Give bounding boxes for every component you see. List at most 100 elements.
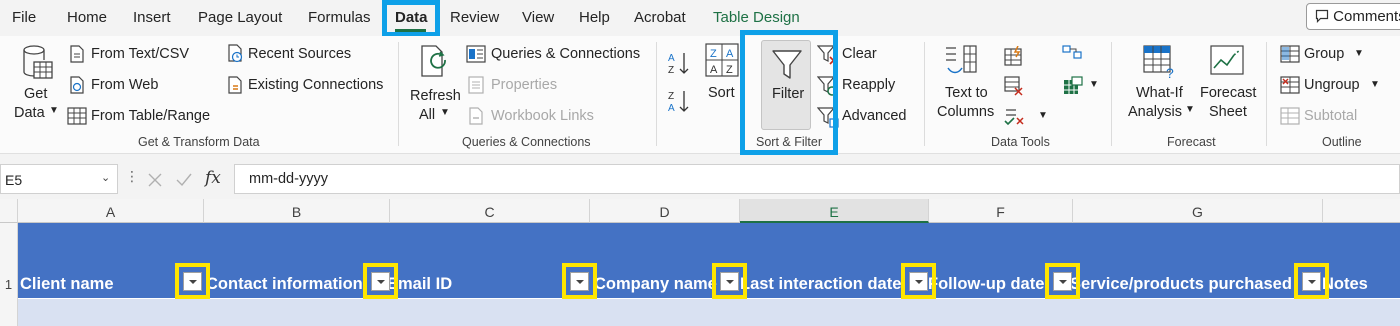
group-label: Group bbox=[1304, 46, 1345, 62]
header-contact-information[interactable]: Contact information bbox=[206, 275, 363, 294]
column-header-e[interactable]: E bbox=[740, 199, 929, 223]
svg-text:A: A bbox=[726, 48, 734, 60]
column-header-a[interactable]: A bbox=[18, 199, 204, 223]
ungroup-icon bbox=[1280, 76, 1300, 94]
svg-text:Z: Z bbox=[668, 65, 674, 76]
tab-table-design[interactable]: Table Design bbox=[713, 9, 800, 26]
data-tab-highlight bbox=[382, 0, 440, 37]
chevron-down-icon: ▼ bbox=[1185, 104, 1195, 115]
tab-insert[interactable]: Insert bbox=[133, 9, 171, 26]
more-options-icon[interactable]: ⋮ bbox=[125, 168, 139, 185]
insert-function-button[interactable]: fx bbox=[205, 168, 221, 188]
filter-button-highlight bbox=[901, 263, 936, 299]
row-header-1[interactable]: 1 bbox=[0, 223, 18, 299]
recent-sources-label: Recent Sources bbox=[248, 46, 352, 62]
existing-connections-icon bbox=[228, 76, 242, 94]
menu-bar: File Home Insert Page Layout Formulas Da… bbox=[0, 0, 1400, 37]
forecast-sheet-label-2: Sheet bbox=[1209, 104, 1247, 120]
group-label-queries: Queries & Connections bbox=[462, 135, 591, 149]
clear-label: Clear bbox=[842, 46, 877, 62]
header-company-name[interactable]: Company name bbox=[594, 275, 717, 294]
workbook-links-icon bbox=[469, 107, 483, 125]
refresh-icon bbox=[421, 45, 446, 77]
sort-filter-highlight bbox=[740, 30, 838, 155]
filter-button-highlight bbox=[1045, 263, 1080, 299]
tab-formulas[interactable]: Formulas bbox=[308, 9, 371, 26]
comment-icon bbox=[1315, 9, 1329, 23]
tab-page-layout[interactable]: Page Layout bbox=[198, 9, 282, 26]
sort-a-to-z-icon: A Z bbox=[668, 53, 689, 76]
cancel-icon[interactable] bbox=[147, 172, 163, 188]
properties-icon bbox=[468, 76, 484, 94]
header-last-interaction-date[interactable]: Last interaction date bbox=[740, 275, 901, 294]
comments-button[interactable]: Comments bbox=[1306, 3, 1400, 30]
tab-help[interactable]: Help bbox=[579, 9, 610, 26]
chevron-down-icon[interactable]: ⌄ bbox=[101, 171, 110, 184]
chevron-down-icon: ▼ bbox=[49, 105, 59, 116]
data-model-icon bbox=[1064, 76, 1083, 94]
formula-value: mm-dd-yyyy bbox=[249, 171, 328, 187]
chevron-down-icon: ▼ bbox=[1370, 79, 1380, 90]
what-if-label-2: Analysis bbox=[1128, 104, 1182, 120]
from-table-range-label: From Table/Range bbox=[91, 108, 211, 124]
header-follow-up-date[interactable]: Follow-up date bbox=[928, 275, 1044, 294]
refresh-all-label-2: All bbox=[419, 107, 436, 123]
filter-button-highlight bbox=[712, 263, 747, 299]
tab-file[interactable]: File bbox=[12, 9, 36, 26]
formula-input[interactable]: mm-dd-yyyy bbox=[234, 164, 1400, 194]
tab-review[interactable]: Review bbox=[450, 9, 499, 26]
data-validation-icon bbox=[1004, 109, 1024, 126]
group-label-outline: Outline bbox=[1322, 135, 1362, 149]
svg-text:Z: Z bbox=[710, 48, 717, 60]
row-header-2[interactable] bbox=[0, 299, 18, 326]
sort-z-to-a-icon: Z A bbox=[668, 91, 689, 114]
select-all-corner[interactable] bbox=[0, 199, 18, 223]
text-file-icon bbox=[70, 45, 84, 63]
column-header-b[interactable]: B bbox=[204, 199, 390, 223]
column-header-f[interactable]: F bbox=[929, 199, 1073, 223]
tab-view[interactable]: View bbox=[522, 9, 554, 26]
header-service-products-purchased[interactable]: Service/products purchased bbox=[1070, 275, 1292, 294]
worksheet-grid: A B C D E F G 1 Client name Contact info… bbox=[0, 199, 1400, 326]
ribbon: Get Data ▼ From Text/CSV From Web From T… bbox=[0, 30, 1400, 155]
filter-button-highlight bbox=[562, 263, 597, 299]
queries-connections-icon bbox=[466, 45, 486, 63]
from-web-label: From Web bbox=[91, 77, 159, 93]
subtotal-icon bbox=[1280, 107, 1300, 125]
svg-text:A: A bbox=[668, 53, 675, 64]
reapply-label: Reapply bbox=[842, 77, 896, 93]
enter-icon[interactable] bbox=[175, 172, 193, 188]
ribbon-separator bbox=[398, 42, 399, 146]
tab-acrobat[interactable]: Acrobat bbox=[634, 9, 686, 26]
column-header-c[interactable]: C bbox=[390, 199, 590, 223]
name-box[interactable]: E5 ⌄ bbox=[0, 164, 118, 194]
column-header-h[interactable] bbox=[1323, 199, 1400, 223]
forecast-sheet-icon bbox=[1210, 45, 1244, 75]
svg-text:A: A bbox=[710, 64, 718, 76]
filter-button-highlight bbox=[1294, 263, 1329, 299]
group-label-get-transform: Get & Transform Data bbox=[138, 135, 260, 149]
formula-bar: E5 ⌄ ⋮ fx mm-dd-yyyy bbox=[0, 160, 1400, 198]
filter-button-highlight bbox=[363, 263, 398, 299]
tab-home[interactable]: Home bbox=[67, 9, 107, 26]
comments-label: Comments bbox=[1333, 8, 1400, 25]
ribbon-separator bbox=[1111, 42, 1112, 146]
svg-text:?: ? bbox=[1166, 65, 1174, 80]
ungroup-label: Ungroup bbox=[1304, 77, 1360, 93]
column-header-g[interactable]: G bbox=[1073, 199, 1323, 223]
header-client-name[interactable]: Client name bbox=[20, 275, 114, 294]
forecast-sheet-label-1: Forecast bbox=[1200, 85, 1257, 101]
name-box-value: E5 bbox=[5, 172, 23, 188]
chevron-down-icon: ▼ bbox=[1089, 79, 1099, 90]
column-header-d[interactable]: D bbox=[590, 199, 740, 223]
recent-sources-icon bbox=[228, 44, 243, 63]
svg-text:A: A bbox=[668, 103, 675, 114]
remove-duplicates-icon bbox=[1004, 76, 1023, 96]
flash-fill-icon bbox=[1004, 46, 1022, 66]
existing-connections-label: Existing Connections bbox=[248, 77, 384, 93]
queries-connections-label: Queries & Connections bbox=[491, 46, 641, 62]
text-to-columns-label-1: Text to bbox=[945, 85, 988, 101]
from-text-csv-label: From Text/CSV bbox=[91, 46, 190, 62]
table-row[interactable] bbox=[18, 299, 1400, 326]
chevron-down-icon: ▼ bbox=[440, 107, 450, 118]
